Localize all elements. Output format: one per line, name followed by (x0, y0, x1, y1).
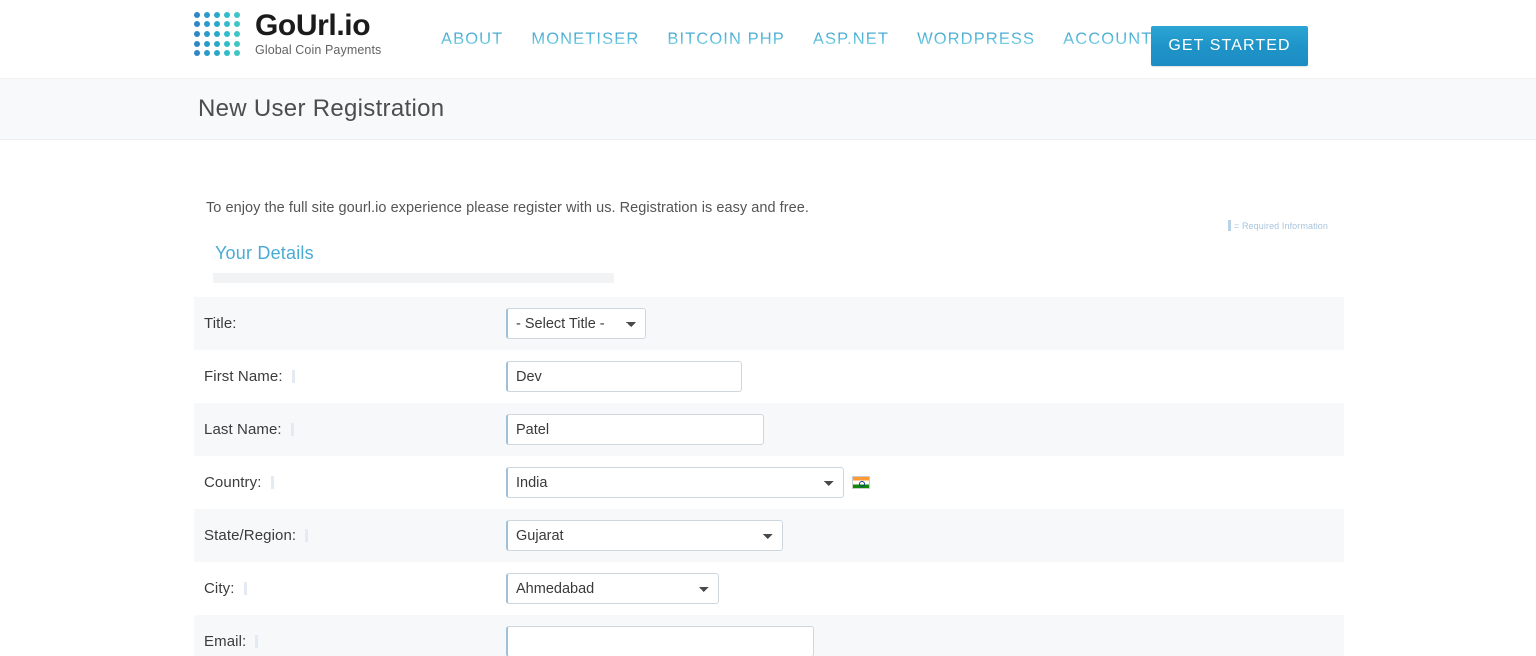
field-label-country: Country: (194, 474, 506, 491)
site-header: GoUrl.io Global Coin Payments ABOUT MONE… (0, 0, 1536, 78)
field-cell-first-name (506, 361, 742, 392)
main-navigation: ABOUT MONETISER BITCOIN PHP ASP.NET WORD… (427, 30, 1166, 49)
required-marker-icon (1228, 220, 1231, 231)
form-row-last-name: Last Name: (194, 403, 1344, 456)
nav-item-account[interactable]: ACCOUNT (1049, 30, 1166, 49)
field-label-country-text: Country: (204, 474, 262, 491)
logo-text: GoUrl.io Global Coin Payments (255, 11, 381, 59)
title-select[interactable]: - Select Title - (506, 308, 646, 339)
nav-item-asp-net[interactable]: ASP.NET (799, 30, 903, 49)
city-select[interactable]: Ahmedabad (506, 573, 719, 604)
dot-grid-logo-icon (194, 11, 242, 58)
field-label-email: Email: (194, 633, 506, 650)
field-cell-title: - Select Title - (506, 308, 646, 339)
field-label-email-text: Email: (204, 633, 247, 650)
section-title: Your Details (215, 243, 314, 263)
required-marker-icon (270, 476, 274, 489)
form-row-state-region: State/Region: Gujarat (194, 509, 1344, 562)
nav-item-bitcoin-php[interactable]: BITCOIN PHP (653, 30, 799, 49)
form-row-email: Email: (194, 615, 1344, 656)
country-select[interactable]: India (506, 467, 844, 498)
nav-item-about[interactable]: ABOUT (427, 30, 517, 49)
page-title: New User Registration (198, 95, 445, 122)
required-information-legend: = Required Information (1228, 220, 1328, 231)
site-logo[interactable]: GoUrl.io Global Coin Payments (194, 11, 381, 59)
required-information-label: = Required Information (1234, 220, 1329, 231)
nav-item-wordpress[interactable]: WORDPRESS (903, 30, 1049, 49)
form-row-country: Country: India (194, 456, 1344, 509)
field-cell-state-region: Gujarat (506, 520, 783, 551)
field-label-state-region-text: State/Region: (204, 527, 297, 544)
section-divider (213, 273, 614, 283)
india-flag-icon (852, 476, 870, 489)
state-region-select[interactable]: Gujarat (506, 520, 783, 551)
field-cell-city: Ahmedabad (506, 573, 719, 604)
field-label-city: City: (194, 580, 506, 597)
field-label-first-name: First Name: (194, 368, 506, 385)
required-marker-icon (305, 529, 309, 542)
field-label-last-name: Last Name: (194, 421, 506, 438)
field-cell-email (506, 626, 814, 656)
field-label-state-region: State/Region: (194, 527, 506, 544)
form-row-city: City: Ahmedabad (194, 562, 1344, 615)
nav-item-monetiser[interactable]: MONETISER (517, 30, 653, 49)
first-name-input[interactable] (506, 361, 742, 392)
get-started-button[interactable]: GET STARTED (1151, 26, 1308, 66)
field-label-first-name-text: First Name: (204, 368, 283, 385)
section-header-your-details: Your Details (214, 243, 614, 264)
required-marker-icon (255, 635, 259, 648)
last-name-input[interactable] (506, 414, 764, 445)
email-input[interactable] (506, 626, 814, 656)
field-cell-last-name (506, 414, 764, 445)
form-row-first-name: First Name: (194, 350, 1344, 403)
required-marker-icon (290, 423, 294, 436)
brand-name: GoUrl.io (255, 9, 371, 42)
form-row-title: Title: - Select Title - (194, 297, 1344, 350)
field-label-title: Title: (194, 315, 506, 332)
registration-form: Title: - Select Title - First Name: Last… (194, 297, 1344, 656)
intro-text: To enjoy the full site gourl.io experien… (206, 200, 809, 216)
brand-tagline: Global Coin Payments (255, 43, 382, 57)
field-label-title-text: Title: (204, 315, 237, 332)
field-label-last-name-text: Last Name: (204, 421, 282, 438)
required-marker-icon (243, 582, 247, 595)
page-title-banner: New User Registration (0, 78, 1536, 140)
field-cell-country: India (506, 467, 870, 498)
required-marker-icon (291, 370, 295, 383)
field-label-city-text: City: (204, 580, 235, 597)
